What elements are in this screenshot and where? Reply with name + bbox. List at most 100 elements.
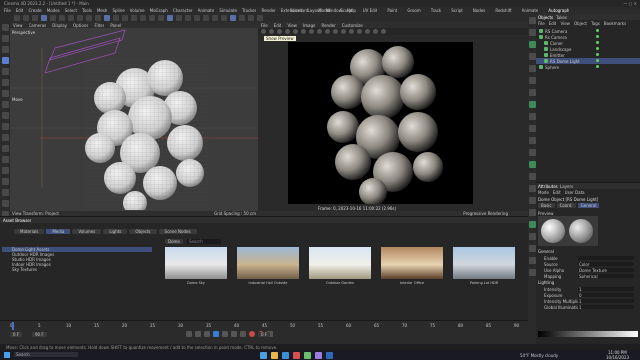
- attr-tab-coord[interactable]: Coord.: [556, 203, 576, 208]
- menu-edit[interactable]: Edit: [16, 8, 24, 13]
- render-tool-icon[interactable]: [341, 28, 346, 34]
- search-input[interactable]: Search: [187, 239, 221, 244]
- window-controls[interactable]: — ▢ ✕: [623, 1, 637, 6]
- frame-end[interactable]: 90 F: [32, 332, 47, 337]
- toolbar-tool-icon[interactable]: [158, 15, 164, 21]
- render-view[interactable]: File Edit View Image Render Customize Show Pr…: [258, 22, 528, 216]
- render-tool-icon[interactable]: [277, 28, 282, 34]
- start-icon[interactable]: [4, 352, 10, 358]
- objects-menu-object[interactable]: Object: [574, 21, 587, 26]
- asset-category-tab[interactable]: Lights: [103, 229, 128, 234]
- render-tool-icon[interactable]: [285, 28, 290, 34]
- tool-icon[interactable]: [1, 145, 9, 152]
- toolbar-tool-icon[interactable]: [113, 15, 119, 21]
- playback-button[interactable]: [249, 331, 255, 337]
- render-tool-icon[interactable]: [325, 28, 330, 34]
- menu-spline[interactable]: Spline: [112, 8, 124, 13]
- tab-attributes[interactable]: Attributes: [538, 184, 558, 189]
- asset-category-tab[interactable]: Media: [46, 229, 71, 234]
- tool-icon[interactable]: [1, 200, 9, 207]
- visibility-icon[interactable]: [596, 29, 599, 32]
- palette-icon[interactable]: [528, 89, 536, 96]
- tool-icon[interactable]: [1, 101, 9, 108]
- tool-icon[interactable]: [1, 134, 9, 141]
- weather[interactable]: 54°F Mostly cloudy: [520, 353, 558, 358]
- palette-icon[interactable]: [528, 113, 536, 120]
- tab-asset-browser[interactable]: Asset Browser: [3, 218, 31, 223]
- render-tool-icon[interactable]: [381, 28, 386, 34]
- layout-track[interactable]: Track: [431, 8, 441, 13]
- render-tool-icon[interactable]: [333, 28, 338, 34]
- asset-card[interactable]: Parking Lot HDR: [453, 247, 515, 285]
- toolbar-tool-icon[interactable]: [122, 15, 128, 21]
- taskbar-app-icon[interactable]: [271, 351, 278, 359]
- attribute-value[interactable]: Spherical: [578, 273, 634, 278]
- taskbar-app-icon[interactable]: [304, 351, 311, 359]
- toolbar-tool-icon[interactable]: [257, 15, 263, 21]
- clock-date[interactable]: 10/16/2023: [606, 355, 629, 360]
- toolbar-tool-icon[interactable]: [149, 15, 155, 21]
- menu-character[interactable]: Character: [173, 8, 193, 13]
- render-tool-icon[interactable]: [349, 28, 354, 34]
- layout-groom[interactable]: Groom: [407, 8, 420, 13]
- toolbar-tool-icon[interactable]: [230, 15, 236, 21]
- render-tool-icon[interactable]: [309, 28, 314, 34]
- toolbar-tool-icon[interactable]: [212, 15, 218, 21]
- toolbar-tool-icon[interactable]: [77, 15, 83, 21]
- palette-icon[interactable]: [528, 53, 536, 60]
- taskbar-app-icon[interactable]: [326, 351, 333, 359]
- playback-button[interactable]: [186, 331, 192, 337]
- render-tool-icon[interactable]: [357, 28, 362, 34]
- render-tool-icon[interactable]: [293, 28, 298, 34]
- tool-icon[interactable]: [1, 156, 9, 163]
- object-row[interactable]: Sphere: [536, 64, 640, 70]
- tool-icon[interactable]: [1, 24, 9, 31]
- taskbar-app-icon[interactable]: [260, 351, 267, 359]
- toolbar-tool-icon[interactable]: [41, 15, 47, 21]
- menu-animate[interactable]: Animate: [198, 8, 215, 13]
- toolbar-tool-icon[interactable]: [14, 15, 20, 21]
- tool-icon[interactable]: [1, 112, 9, 119]
- menu-mesh[interactable]: Mesh: [97, 8, 108, 13]
- render-tool-icon[interactable]: [261, 28, 266, 34]
- viewport-perspective[interactable]: View Cameras Display Options Filter Panel Per…: [10, 22, 258, 216]
- render-tool-icon[interactable]: [301, 28, 306, 34]
- tool-icon[interactable]: [1, 178, 9, 185]
- asset-category-tab[interactable]: Materials: [14, 229, 45, 234]
- objects-menu-tags[interactable]: Tags: [591, 21, 600, 26]
- palette-icon[interactable]: [528, 149, 536, 156]
- toolbar-tool-icon[interactable]: [221, 15, 227, 21]
- toolbar-tool-icon[interactable]: [176, 15, 182, 21]
- asset-category-tab[interactable]: Scene Nodes: [158, 229, 197, 234]
- render-tool-icon[interactable]: [365, 28, 370, 34]
- palette-icon[interactable]: [528, 161, 536, 168]
- visibility-icon[interactable]: [596, 47, 599, 50]
- current-frame[interactable]: 0 F: [258, 332, 271, 337]
- attribute-value[interactable]: 1: [578, 298, 634, 303]
- asset-card[interactable]: Outdoor Garden: [309, 247, 371, 285]
- render-tool-icon[interactable]: [269, 28, 274, 34]
- objects-menu-edit[interactable]: Edit: [549, 21, 557, 26]
- attributes-menu-mode[interactable]: Mode: [538, 190, 549, 195]
- playback-button[interactable]: [222, 331, 228, 337]
- toolbar-tool-icon[interactable]: [140, 15, 146, 21]
- menu-volume[interactable]: Volume: [130, 8, 145, 13]
- palette-icon[interactable]: [528, 209, 536, 216]
- palette-icon[interactable]: [528, 269, 536, 276]
- tool-icon[interactable]: [1, 123, 9, 130]
- playback-button[interactable]: [195, 331, 201, 337]
- attr-tab-general[interactable]: General: [577, 203, 600, 208]
- toolbar-tool-icon[interactable]: [95, 15, 101, 21]
- palette-icon[interactable]: [528, 77, 536, 84]
- menu-modes[interactable]: Modes: [47, 8, 60, 13]
- render-tool-icon[interactable]: [373, 28, 378, 34]
- menu-mograph[interactable]: MoGraph: [150, 8, 168, 13]
- playback-button[interactable]: [213, 331, 219, 337]
- attribute-value[interactable]: 0: [578, 292, 634, 297]
- layout-standard[interactable]: Standard: [290, 8, 308, 13]
- palette-icon[interactable]: [528, 173, 536, 180]
- taskbar-app-icon[interactable]: [282, 351, 289, 359]
- playback-button[interactable]: [240, 331, 246, 337]
- attributes-menu-edit[interactable]: Edit: [553, 190, 561, 195]
- attr-tab-basic[interactable]: Basic: [538, 203, 555, 208]
